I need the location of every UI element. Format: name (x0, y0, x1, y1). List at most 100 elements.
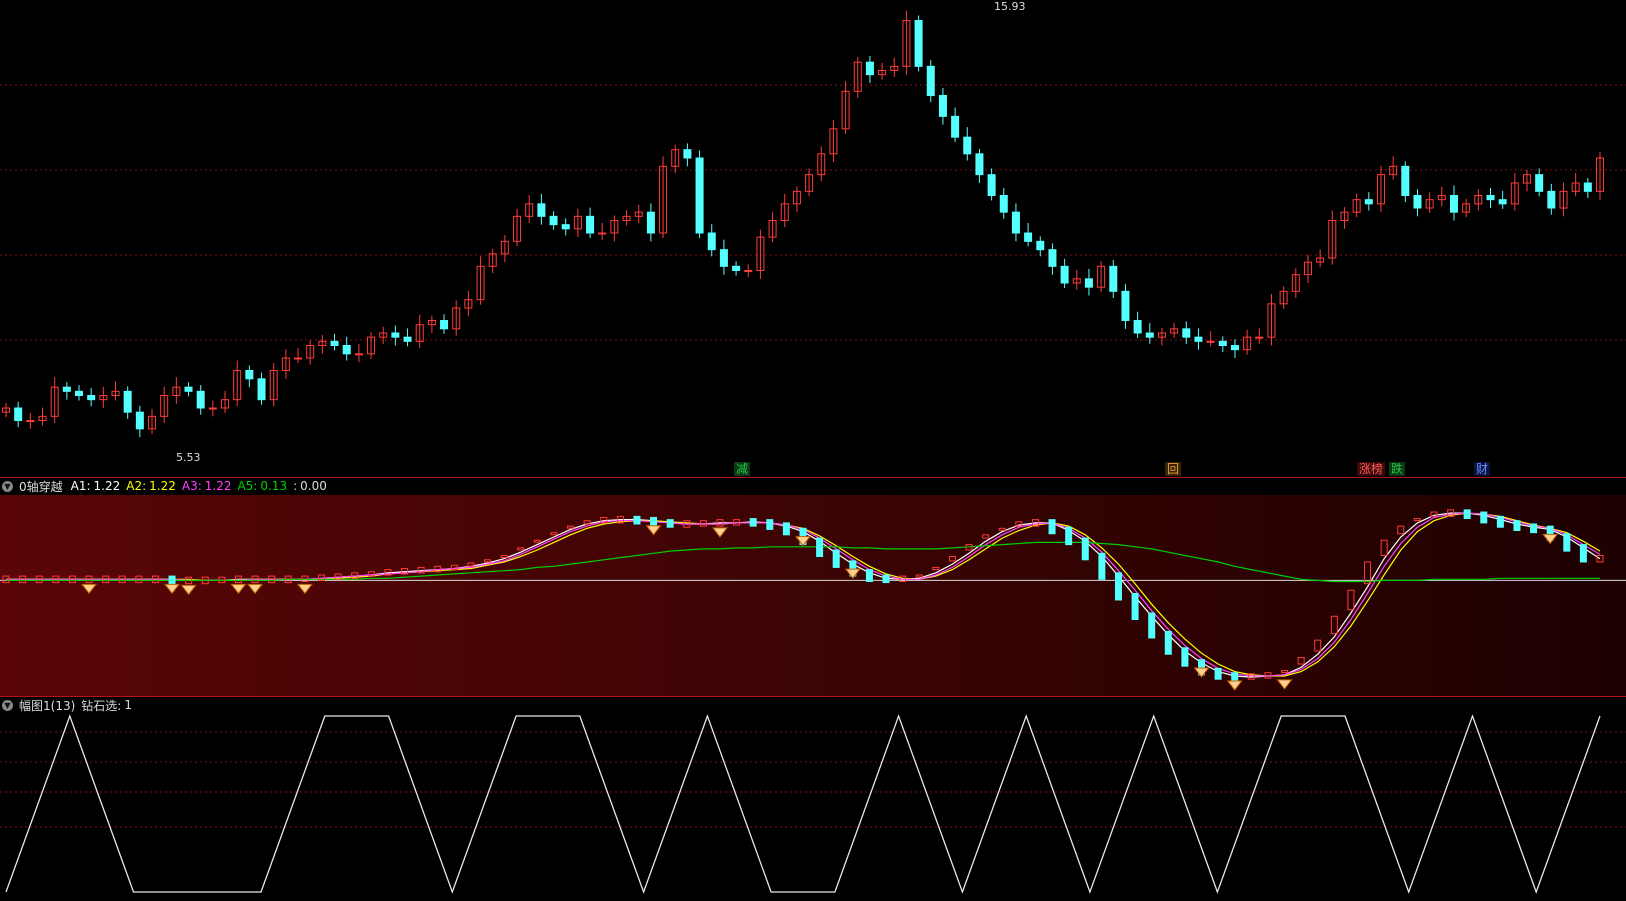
candle-body (1048, 249, 1057, 267)
candle-body (1498, 199, 1507, 205)
candle-body (537, 203, 546, 217)
candle-body (354, 353, 363, 356)
candle-body (14, 407, 23, 421)
osc-candle-body (1131, 592, 1139, 621)
main-price-panel[interactable]: 15.93 5.53 减 回 涨榜 跌 财 (0, 0, 1626, 477)
candle-body (123, 390, 132, 413)
candle-body (987, 174, 996, 197)
collapse-icon[interactable]: ▼ (2, 699, 13, 711)
candle-body (549, 215, 558, 226)
candle-body (926, 65, 935, 97)
osc-candle-body (1098, 552, 1106, 580)
osc-candle-body (1463, 509, 1471, 520)
oscillator-title: 0轴穿越 (19, 479, 63, 494)
signal-cai[interactable]: 财 (1474, 462, 1491, 476)
a1-label: A1: (70, 479, 91, 493)
candle-body (257, 378, 266, 401)
diamond-select-panel[interactable]: ▼ 幅图1(13) 钻石选: 1 (0, 696, 1626, 897)
candle-body (1583, 182, 1592, 192)
osc-candle-body (782, 522, 790, 536)
candle-body (914, 20, 923, 67)
candle-body (1133, 320, 1142, 334)
high-price-label: 15.93 (994, 0, 1026, 13)
osc-candle-body (766, 519, 774, 530)
diamond-select-line (5, 714, 1601, 894)
candle-body (1230, 345, 1239, 351)
candle-body (1109, 265, 1118, 292)
candle-body (391, 332, 400, 338)
signal-jian[interactable]: 减 (734, 462, 751, 476)
candle-body (1060, 265, 1069, 284)
candle-body (342, 345, 351, 355)
candle-body (719, 249, 728, 267)
a5-value: 0.13 (260, 479, 288, 493)
extra-label: : (293, 479, 298, 493)
candle-body (707, 232, 716, 251)
candle-body (586, 215, 595, 234)
a2-label: A2: (126, 479, 147, 493)
candle-body (403, 336, 412, 342)
extra-value: 0.00 (300, 479, 327, 493)
osc-candle-body (666, 519, 674, 528)
osc-candle-body (1065, 526, 1073, 546)
low-price-label: 5.53 (176, 451, 201, 464)
candle-body (598, 232, 607, 235)
candle-body (1535, 174, 1544, 192)
candle-body (87, 395, 96, 401)
a5-label: A5: (237, 479, 258, 493)
oscillator-header: ▼ 0轴穿越 A1: 1.22 A2: 1.22 A3: 1.22 A5: 0.… (0, 477, 333, 495)
candle-body (975, 153, 984, 176)
osc-candle-body (1214, 667, 1222, 680)
candlestick-chart[interactable] (0, 0, 1626, 477)
a1-value: 1.22 (93, 479, 121, 493)
candle-body (62, 386, 71, 392)
osc-candle-body (1513, 520, 1521, 531)
a3-value: 1.22 (204, 479, 232, 493)
osc-candle-body (1231, 672, 1239, 681)
candle-body (999, 195, 1008, 213)
osc-candle-body (1081, 537, 1089, 561)
candle-body (865, 61, 874, 76)
candle-body (75, 390, 84, 397)
oscillator-chart[interactable] (0, 477, 1626, 696)
signal-zhangbang[interactable]: 涨榜 (1357, 462, 1386, 476)
osc-candle-body (1148, 612, 1156, 639)
candle-body (938, 95, 947, 117)
candle-body (1547, 190, 1556, 209)
signal-die[interactable]: 跌 (1389, 462, 1406, 476)
osc-candle-body (1496, 515, 1504, 528)
candle-body (1255, 336, 1264, 339)
osc-candle-body (1164, 630, 1172, 655)
osc-candle-body (882, 574, 890, 584)
collapse-icon[interactable]: ▼ (2, 480, 13, 492)
candle-body (744, 270, 753, 272)
candle-body (1218, 340, 1227, 347)
osc-candle-body (816, 537, 824, 558)
osc-candle-body (650, 516, 658, 527)
signal-hui[interactable]: 回 (1165, 462, 1182, 476)
candle-body (1036, 240, 1045, 251)
candle-body (732, 265, 741, 272)
osc-candle-body (832, 549, 840, 568)
candle-body (1194, 336, 1203, 342)
osc-candle-body (1181, 647, 1189, 667)
a3-label: A3: (181, 479, 202, 493)
candle-body (208, 407, 217, 410)
candle-body (1182, 328, 1191, 338)
candle-body (963, 136, 972, 155)
candle-body (294, 357, 303, 360)
osc-candle-body (1480, 511, 1488, 524)
candle-body (1413, 195, 1422, 209)
candle-body (695, 157, 704, 234)
candle-body (184, 386, 193, 392)
candle-body (1145, 332, 1154, 338)
osc-candle-body (865, 569, 873, 583)
diamond-select-value: 1 (124, 698, 132, 712)
candle-body (1401, 165, 1410, 196)
diamond-select-chart[interactable] (0, 696, 1626, 897)
candle-body (1449, 195, 1458, 213)
candle-body (135, 411, 144, 430)
a2-value: 1.22 (149, 479, 176, 493)
osc-candle-body (1114, 572, 1122, 601)
oscillator-panel[interactable]: ▼ 0轴穿越 A1: 1.22 A2: 1.22 A3: 1.22 A5: 0.… (0, 477, 1626, 696)
